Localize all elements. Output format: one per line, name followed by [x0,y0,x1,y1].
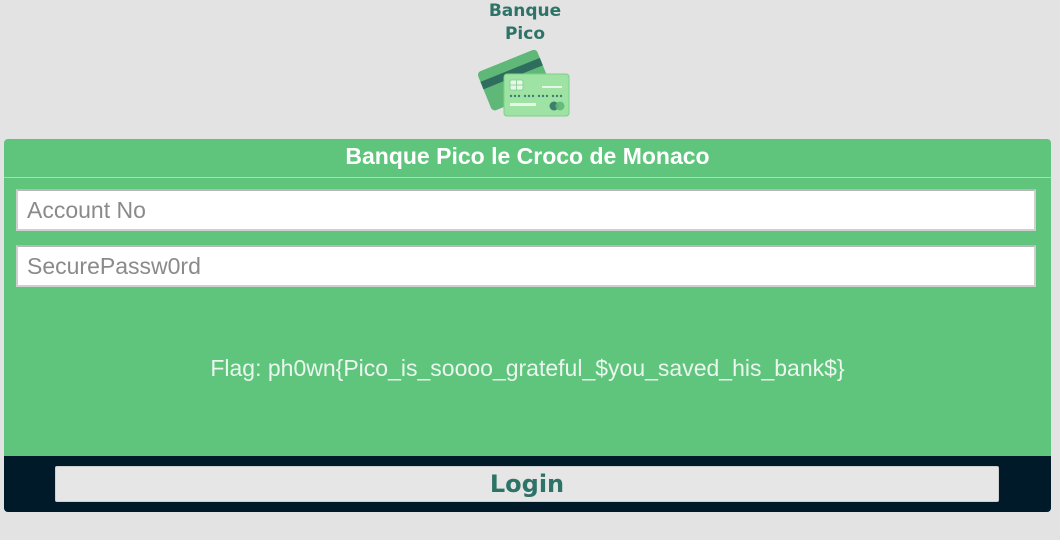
brand-name: Banque Pico [470,0,580,46]
credit-cards-icon [478,49,570,117]
password-input[interactable] [16,245,1036,287]
brand-logo: Banque Pico [0,0,1060,130]
flag-message: Flag: ph0wn{Pico_is_soooo_grateful_$you_… [210,355,845,381]
brand-name-line1: Banque [488,1,562,21]
panel-title: Banque Pico le Croco de Monaco [4,139,1051,178]
login-panel: Banque Pico le Croco de Monaco Flag: ph0… [4,139,1051,512]
account-number-input[interactable] [16,189,1036,231]
panel-footer: Login [4,456,1051,512]
brand-name-line2: Pico [504,24,546,44]
login-button[interactable]: Login [55,466,999,502]
